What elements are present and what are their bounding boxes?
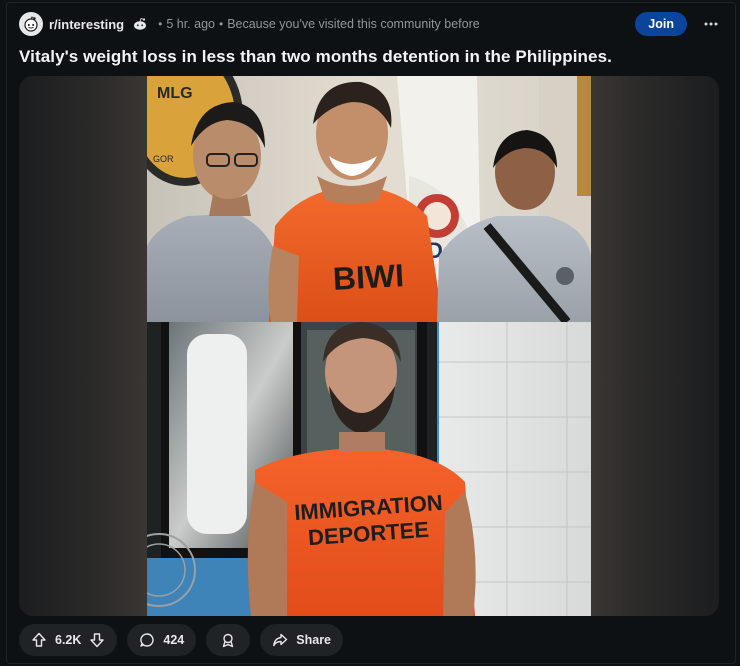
reddit-avatar-icon[interactable]	[19, 12, 43, 36]
separator-dot: •	[218, 17, 224, 31]
post-title[interactable]: Vitaly's weight loss in less than two mo…	[19, 47, 723, 67]
shirt-text-top: BIWI	[332, 257, 405, 297]
share-button[interactable]: Share	[260, 624, 344, 656]
post-card: r/interesting • 5 hr. ago • Because you'…	[6, 2, 736, 664]
svg-text:MLG: MLG	[157, 85, 193, 102]
subreddit-name[interactable]: r/interesting	[49, 17, 124, 32]
join-button[interactable]: Join	[635, 12, 687, 36]
photo-after: IMMIGRATION DEPORTEE	[147, 322, 591, 616]
vote-pill: 6.2K	[19, 624, 118, 656]
share-label: Share	[296, 633, 332, 647]
photo-collage: MLG GOR D BIWI IMMIGRATION DEPORTEE	[147, 76, 591, 616]
blurred-backdrop-left	[19, 76, 147, 616]
svg-text:GOR: GOR	[153, 154, 174, 164]
more-options-icon[interactable]	[699, 12, 723, 36]
comments-button[interactable]: 424	[127, 624, 197, 656]
share-icon	[272, 632, 288, 648]
post-meta-row: r/interesting • 5 hr. ago • Because you'…	[19, 11, 723, 37]
post-action-bar: 6.2K 424 Share	[19, 624, 344, 656]
blurred-backdrop-right	[591, 76, 719, 616]
separator-dot: •	[158, 17, 163, 31]
award-button[interactable]	[206, 624, 251, 656]
upvote-icon[interactable]	[31, 632, 47, 648]
comment-icon	[139, 632, 155, 648]
vote-count: 6.2K	[55, 633, 82, 647]
award-icon	[220, 632, 236, 648]
downvote-icon[interactable]	[89, 632, 105, 648]
post-image[interactable]: MLG GOR D BIWI IMMIGRATION DEPORTEE	[19, 76, 719, 616]
recommendation-reason: Because you've visited this community be…	[227, 17, 480, 31]
moderator-snoo-icon	[132, 16, 148, 32]
photo-before: MLG GOR D BIWI	[147, 76, 591, 322]
comment-count: 424	[163, 633, 185, 647]
post-time: 5 hr. ago	[166, 17, 215, 31]
